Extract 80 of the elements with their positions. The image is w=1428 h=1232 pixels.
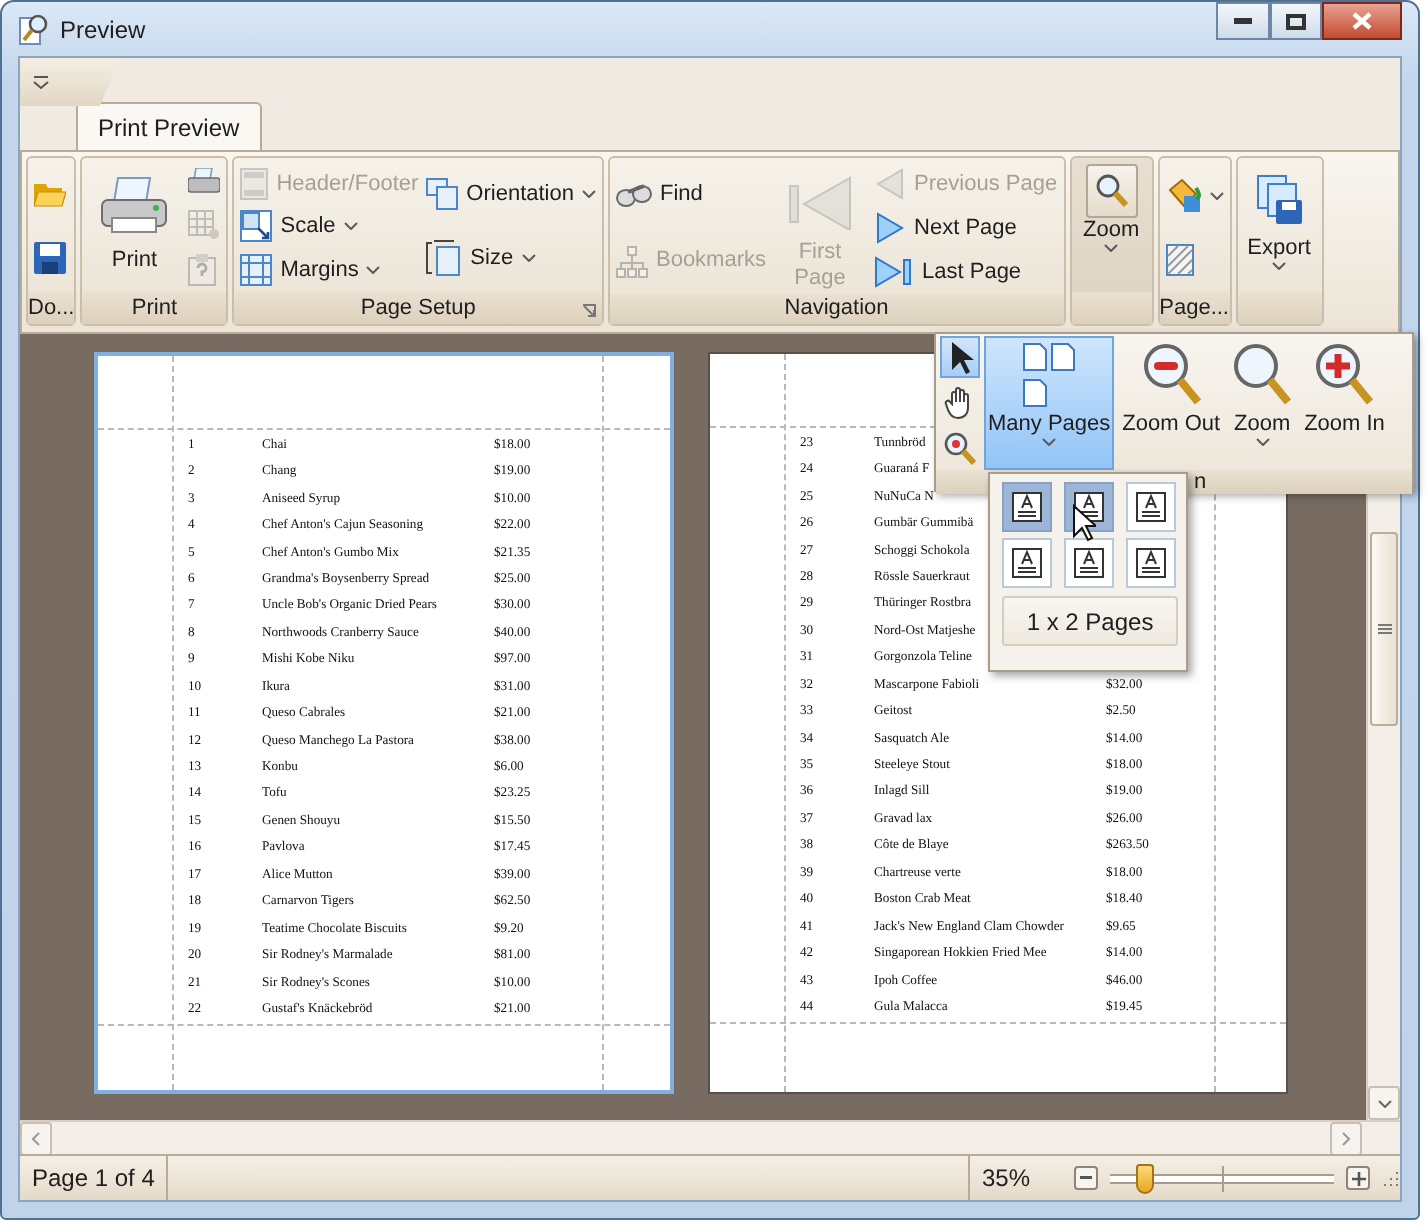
dropdown-icon xyxy=(32,75,50,89)
ribbon-button[interactable]: Next Page xyxy=(872,209,1060,247)
binoculars-icon xyxy=(615,183,652,207)
triangle-right-icon xyxy=(874,212,907,244)
minimize-icon xyxy=(1234,18,1252,24)
group-caption: n xyxy=(1194,470,1207,494)
zoom-out-icon xyxy=(1141,342,1202,410)
group-caption: Page Setup xyxy=(360,293,476,323)
mouse-pointer-icon xyxy=(1072,504,1096,542)
grip-icon xyxy=(1377,624,1391,634)
page-grid-cell[interactable] xyxy=(1126,538,1176,588)
hatched-page-icon[interactable] xyxy=(1165,244,1194,276)
plus-icon xyxy=(1351,1171,1366,1185)
printer-icon[interactable] xyxy=(188,168,221,197)
pages-icon xyxy=(426,177,459,210)
close-button[interactable] xyxy=(1322,2,1402,40)
zoom-button[interactable]: Zoom Out xyxy=(1118,336,1225,470)
group-footer xyxy=(1071,292,1152,324)
printer-icon xyxy=(100,174,169,238)
zoom-region-icon[interactable] xyxy=(944,432,976,466)
pages-icon xyxy=(1019,342,1080,410)
page-grid-cell[interactable] xyxy=(1126,482,1176,532)
zoom-in-button[interactable] xyxy=(1346,1166,1371,1190)
ribbon-button[interactable]: Print xyxy=(86,162,183,292)
save-icon[interactable] xyxy=(34,242,66,275)
ribbon-button[interactable]: Margins xyxy=(238,251,421,289)
search-icon xyxy=(1095,174,1128,208)
zoom-in-icon xyxy=(1314,342,1375,410)
group-caption: Print xyxy=(131,293,178,323)
zoom-percent: 35% xyxy=(982,1162,1031,1196)
maximize-button[interactable] xyxy=(1270,2,1322,40)
grid-icon xyxy=(240,254,273,287)
page-status: Page 1 of 4 xyxy=(32,1162,155,1196)
group-caption: Do... xyxy=(28,293,75,323)
window-title: Preview xyxy=(60,13,146,47)
ribbon-button[interactable]: Last Page xyxy=(872,253,1060,291)
page-grid-cell[interactable] xyxy=(1002,482,1052,532)
group-caption: Navigation xyxy=(784,294,889,324)
caret-icon xyxy=(1342,1132,1350,1146)
document-icon xyxy=(1012,548,1042,578)
resize-grip-icon xyxy=(1382,1169,1401,1187)
skip-left-icon xyxy=(786,174,855,230)
minus-icon xyxy=(1080,1176,1093,1180)
scroll-down-button[interactable] xyxy=(1368,1086,1400,1120)
document-icon xyxy=(1012,492,1042,522)
close-icon xyxy=(1352,12,1372,30)
group-footer xyxy=(1237,292,1322,324)
ribbon-button[interactable]: Find xyxy=(613,176,769,214)
resize-icon xyxy=(240,210,273,243)
zoom-button[interactable]: Zoom xyxy=(1228,336,1297,470)
document-icon xyxy=(1136,492,1166,522)
slider-thumb[interactable] xyxy=(1135,1163,1154,1193)
page-size-icon xyxy=(426,240,463,277)
document-icon xyxy=(1136,548,1166,578)
skip-right-icon xyxy=(874,256,915,288)
maximize-icon xyxy=(1286,13,1306,29)
caret-icon xyxy=(32,1132,40,1146)
triangle-left-icon xyxy=(874,168,907,200)
ribbon-button[interactable]: Orientation xyxy=(424,175,598,213)
zoom-button[interactable]: Zoom In xyxy=(1300,336,1389,470)
ribbon-button[interactable]: Size xyxy=(424,238,598,279)
hierarchy-icon xyxy=(615,245,648,277)
page-grid-cell[interactable] xyxy=(1002,538,1052,588)
caret-icon xyxy=(1377,1099,1391,1107)
page-count-label: 1 x 2 Pages xyxy=(1002,596,1178,646)
ribbon-button[interactable]: Scale xyxy=(238,208,421,246)
zoom-button[interactable]: Many Pages xyxy=(984,336,1115,470)
save-pages-icon xyxy=(1255,174,1304,226)
scrollbar-thumb[interactable] xyxy=(1370,532,1398,726)
group-caption: Page... xyxy=(1159,293,1229,323)
page-grid-cell[interactable] xyxy=(1064,538,1114,588)
document-icon xyxy=(1074,548,1104,578)
search-icon xyxy=(1232,342,1293,410)
document-icon xyxy=(240,167,269,200)
minimize-button[interactable] xyxy=(1216,2,1270,40)
paint-bucket-icon[interactable] xyxy=(1165,178,1202,212)
ribbon-tab[interactable]: Print Preview xyxy=(76,102,262,150)
zoom-out-button[interactable] xyxy=(1074,1166,1099,1190)
dialog-launcher-icon[interactable] xyxy=(581,304,596,318)
magnifier-page-icon xyxy=(18,12,50,46)
